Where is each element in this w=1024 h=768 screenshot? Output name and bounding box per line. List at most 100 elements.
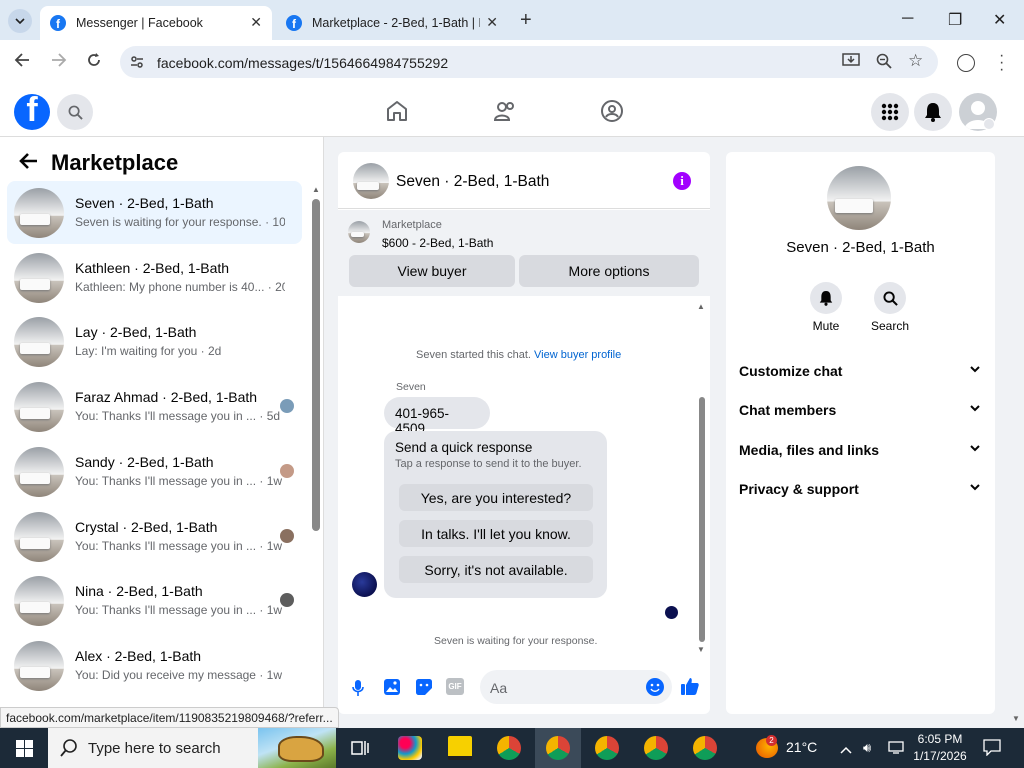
view-buyer-profile-link[interactable]: View buyer profile [534, 349, 621, 361]
home-icon[interactable] [385, 99, 409, 128]
conversation-avatar [14, 382, 64, 432]
profile-avatar[interactable] [827, 166, 891, 230]
conversation-preview: You: Thanks I'll message you in ... · 1w [75, 474, 283, 488]
conversation-item[interactable]: Alex · 2-Bed, 1-Bath You: Did you receive… [7, 634, 302, 697]
section-chat-members[interactable]: Chat members [726, 395, 995, 423]
scroll-down-icon[interactable]: ▼ [697, 645, 705, 654]
volume-icon[interactable]: 🔊︎ [863, 740, 871, 756]
sender-name: Seven [396, 381, 426, 393]
quick-response-in-talks[interactable]: In talks. I'll let you know. [399, 520, 593, 547]
conversation-preview: Kathleen: My phone number is 40... · 20h [75, 280, 285, 294]
chrome-icon[interactable] [546, 736, 570, 760]
photo-icon[interactable] [383, 678, 401, 701]
listing-title[interactable]: $600 - 2-Bed, 1-Bath [382, 236, 493, 250]
account-chevron-icon[interactable] [983, 118, 995, 130]
conversation-item[interactable]: Kathleen · 2-Bed, 1-Bath Kathleen: My pho… [7, 246, 302, 309]
view-buyer-button[interactable]: View buyer [349, 255, 515, 287]
friends-icon[interactable] [493, 99, 517, 128]
taskbar-search-box[interactable]: Type here to search [48, 728, 336, 768]
sticker-icon[interactable] [415, 678, 433, 701]
paint-app-icon[interactable] [398, 736, 422, 760]
emoji-icon[interactable] [646, 678, 664, 696]
back-icon[interactable] [14, 52, 30, 73]
system-clock[interactable]: 6:05 PM 1/17/2026 [905, 731, 975, 765]
section-privacy-support[interactable]: Privacy & support [726, 474, 995, 502]
bookmark-star-icon[interactable]: ☆ [908, 51, 923, 71]
section-customize-chat[interactable]: Customize chat [726, 356, 995, 384]
close-tab-icon[interactable]: ✕ [486, 14, 498, 31]
thumbs-up-icon[interactable] [680, 676, 700, 701]
menu-grid-button[interactable] [871, 93, 909, 131]
microphone-icon[interactable] [351, 679, 365, 702]
conversation-item[interactable]: Crystal · 2-Bed, 1-Bath You: Thanks I'll … [7, 505, 302, 568]
tab-marketplace[interactable]: f Marketplace - 2-Bed, 1-Bath | Fa ✕ [276, 6, 508, 40]
chrome-icon[interactable] [595, 736, 619, 760]
chrome-icon[interactable] [693, 736, 717, 760]
address-bar[interactable]: facebook.com/messages/t/1564664984755292… [120, 46, 938, 78]
conversation-name: Alex · 2-Bed, 1-Bath [75, 648, 202, 664]
forward-icon[interactable] [51, 52, 67, 73]
facebook-header: f [0, 85, 1024, 137]
chat-start-notice: Seven started this chat. View buyer prof… [416, 349, 621, 361]
install-app-icon[interactable] [842, 53, 860, 73]
browser-menu-icon[interactable]: · · · [999, 48, 1004, 78]
profile-icon[interactable] [957, 54, 975, 72]
groups-icon[interactable] [600, 99, 624, 128]
windows-start-icon[interactable] [16, 740, 33, 762]
page-scroll-down-icon[interactable]: ▼ [1012, 714, 1020, 723]
conversation-item[interactable]: Faraz Ahmad · 2-Bed, 1-Bath You: Thanks I… [7, 375, 302, 438]
scroll-up-icon[interactable]: ▲ [697, 302, 705, 311]
task-view-icon[interactable] [351, 739, 369, 762]
scroll-up-icon[interactable]: ▲ [312, 185, 320, 194]
tab-messenger[interactable]: f Messenger | Facebook ✕ [40, 6, 272, 40]
close-tab-icon[interactable]: ✕ [250, 14, 262, 31]
more-options-button[interactable]: More options [519, 255, 699, 287]
conversation-item[interactable]: Seven · 2-Bed, 1-Bath Seven is waiting fo… [7, 181, 302, 244]
show-hidden-icons-icon[interactable] [840, 741, 852, 759]
reload-icon[interactable] [86, 52, 102, 73]
quick-response-not-available[interactable]: Sorry, it's not available. [399, 556, 593, 583]
tab-search-dropdown-icon[interactable] [8, 9, 32, 33]
info-icon[interactable]: i [673, 172, 691, 190]
notifications-button[interactable] [914, 93, 952, 131]
temperature[interactable]: 21°C [786, 739, 817, 755]
chat-avatar[interactable] [353, 163, 389, 199]
zoom-icon[interactable] [876, 53, 892, 73]
listing-thumbnail[interactable] [348, 221, 370, 243]
message-bubble[interactable]: 401-965-4509 [384, 397, 490, 436]
section-media-files-links[interactable]: Media, files and links [726, 435, 995, 463]
read-receipt-avatar [280, 593, 294, 607]
facebook-logo-icon[interactable]: f [14, 94, 50, 130]
scrollbar[interactable] [312, 199, 320, 531]
chat-title[interactable]: Seven · 2-Bed, 1-Bath [396, 173, 549, 191]
minimize-icon[interactable]: ─ [902, 10, 913, 28]
close-window-icon[interactable]: ✕ [993, 10, 1006, 30]
conversation-item[interactable]: Sandy · 2-Bed, 1-Bath You: Thanks I'll me… [7, 440, 302, 503]
chevron-down-icon [970, 441, 980, 455]
sticky-notes-icon[interactable] [448, 736, 472, 760]
conversation-item[interactable]: Nina · 2-Bed, 1-Bath You: Thanks I'll mes… [7, 569, 302, 632]
notifications-icon[interactable] [983, 739, 1001, 761]
chrome-icon[interactable] [497, 736, 521, 760]
url-text[interactable]: facebook.com/messages/t/1564664984755292 [157, 55, 448, 71]
read-receipt-avatar [280, 399, 294, 413]
conversation-item[interactable]: Lay · 2-Bed, 1-Bath Lay: I'm waiting for … [7, 310, 302, 373]
message-input[interactable]: Aa [480, 670, 672, 704]
gif-icon[interactable]: GIF [446, 678, 464, 695]
quick-response-yes[interactable]: Yes, are you interested? [399, 484, 593, 511]
search-button[interactable] [57, 94, 93, 130]
chat-scrollbar[interactable] [699, 397, 705, 642]
bell-icon [925, 103, 941, 122]
chat-header: Seven · 2-Bed, 1-Bath i [338, 152, 710, 209]
buyer-avatar[interactable] [352, 572, 377, 597]
chrome-icon[interactable] [644, 736, 668, 760]
network-icon[interactable] [888, 740, 904, 759]
new-tab-icon[interactable]: + [520, 9, 532, 32]
chat-details-panel: Seven · 2-Bed, 1-Bath Mute Search Custom… [726, 152, 995, 714]
search-in-chat-button[interactable] [874, 282, 906, 314]
back-arrow-icon[interactable] [18, 150, 38, 176]
site-info-icon[interactable] [129, 54, 145, 75]
weather-badge: 2 [766, 735, 777, 746]
mute-button[interactable] [810, 282, 842, 314]
restore-icon[interactable]: ❐ [948, 10, 962, 30]
